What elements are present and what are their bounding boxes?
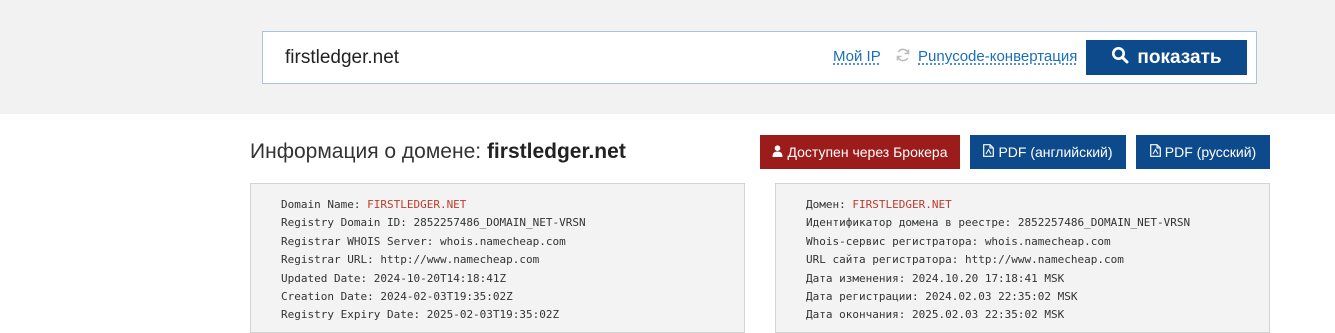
broker-button[interactable]: Доступен через Брокера — [760, 135, 960, 169]
whois-domain-value: FIRSTLEDGER.NET — [367, 198, 467, 211]
whois-line: Registrar URL: http://www.namecheap.com — [281, 251, 586, 269]
page-title: Информация о домене: firstledger.net — [250, 140, 626, 164]
whois-domain-value: FIRSTLEDGER.NET — [852, 198, 952, 211]
whois-label: Дата окончания: — [806, 308, 912, 322]
whois-value: 2025.02.03 22:35:02 MSK — [911, 308, 1065, 322]
whois-line: Creation Date: 2024-02-03T19:35:02Z — [281, 288, 586, 306]
whois-label: Дата регистрации: — [806, 289, 926, 303]
whois-english-panel: Domain Name: FIRSTLEDGER.NET Registry Do… — [250, 183, 745, 333]
pdf-file-icon — [1149, 144, 1161, 160]
whois-english-lines: Domain Name: FIRSTLEDGER.NET Registry Do… — [281, 196, 586, 325]
whois-value: 2024-10-20T14:18:41Z — [373, 271, 507, 285]
search-icon — [1111, 46, 1129, 70]
whois-label: Registrar URL: — [281, 253, 381, 267]
show-button-label: показать — [1137, 46, 1222, 68]
whois-value: 2024.02.03 22:35:02 MSK — [925, 289, 1078, 303]
whois-value: whois.namecheap.com — [984, 234, 1111, 248]
pdf-english-label: PDF (английский) — [998, 144, 1113, 160]
whois-line: URL сайта регистратора: http://www.namec… — [806, 251, 1190, 269]
search-box: Мой IP Punycode-конвертация показать — [262, 31, 1257, 84]
whois-label: Registry Expiry Date: — [281, 308, 427, 322]
whois-line: Дата изменения: 2024.10.20 17:18:41 MSK — [806, 270, 1190, 288]
whois-label: Updated Date: — [281, 271, 374, 285]
whois-russian-panel: Домен: FIRSTLEDGER.NET Идентификатор дом… — [775, 183, 1270, 333]
domain-search-input[interactable] — [285, 44, 805, 72]
my-ip-link[interactable]: Мой IP — [833, 48, 881, 65]
page-title-domain: firstledger.net — [486, 140, 626, 163]
pdf-file-icon — [983, 144, 995, 160]
broker-button-label: Доступен через Брокера — [787, 144, 948, 160]
whois-value: 2025-02-03T19:35:02Z — [426, 308, 560, 322]
pdf-russian-button[interactable]: PDF (русский) — [1136, 135, 1270, 169]
whois-label: Domain Name: — [281, 198, 368, 211]
pdf-russian-label: PDF (русский) — [1164, 144, 1257, 160]
whois-russian-lines: Домен: FIRSTLEDGER.NET Идентификатор дом… — [806, 196, 1190, 325]
whois-value: 2852257486_DOMAIN_NET-VRSN — [413, 216, 586, 230]
refresh-icon[interactable] — [895, 47, 911, 63]
whois-label: Идентификатор домена в реестре: — [806, 216, 1018, 230]
whois-value: 2024-02-03T19:35:02Z — [380, 289, 513, 303]
punycode-link[interactable]: Punycode-конвертация — [918, 48, 1077, 65]
show-button[interactable]: показать — [1086, 40, 1247, 75]
whois-label: Creation Date: — [281, 289, 381, 303]
whois-value: 2024.10.20 17:18:41 MSK — [911, 271, 1065, 285]
whois-line: Registry Expiry Date: 2025-02-03T19:35:0… — [281, 306, 586, 324]
whois-line: Registry Domain ID: 2852257486_DOMAIN_NE… — [281, 214, 586, 232]
whois-line: Updated Date: 2024-10-20T14:18:41Z — [281, 270, 586, 288]
whois-line: Дата окончания: 2025.02.03 22:35:02 MSK — [806, 306, 1190, 324]
whois-label: Дата изменения: — [806, 271, 912, 285]
whois-label: Registrar WHOIS Server: — [281, 234, 440, 248]
whois-value: whois.namecheap.com — [439, 234, 566, 248]
whois-value: 2852257486_DOMAIN_NET-VRSN — [1017, 216, 1191, 230]
pdf-english-button[interactable]: PDF (английский) — [970, 135, 1126, 169]
page-title-prefix: Информация о домене: — [250, 140, 482, 163]
whois-label: URL сайта регистратора: — [806, 253, 965, 267]
whois-label: Registry Domain ID: — [281, 216, 414, 230]
whois-value: http://www.namecheap.com — [964, 253, 1124, 267]
whois-label: Whois-сервис регистратора: — [806, 234, 985, 248]
whois-line: Домен: FIRSTLEDGER.NET — [806, 196, 1190, 214]
whois-line: Whois-сервис регистратора: whois.nameche… — [806, 233, 1190, 251]
whois-line: Registrar WHOIS Server: whois.namecheap.… — [281, 233, 586, 251]
search-band: Мой IP Punycode-конвертация показать — [0, 0, 1335, 114]
whois-line: Идентификатор домена в реестре: 28522574… — [806, 214, 1190, 232]
whois-line: Дата регистрации: 2024.02.03 22:35:02 MS… — [806, 288, 1190, 306]
user-icon — [772, 144, 783, 160]
whois-value: http://www.namecheap.com — [380, 253, 540, 267]
whois-label: Домен: — [806, 198, 853, 211]
whois-line: Domain Name: FIRSTLEDGER.NET — [281, 196, 586, 214]
